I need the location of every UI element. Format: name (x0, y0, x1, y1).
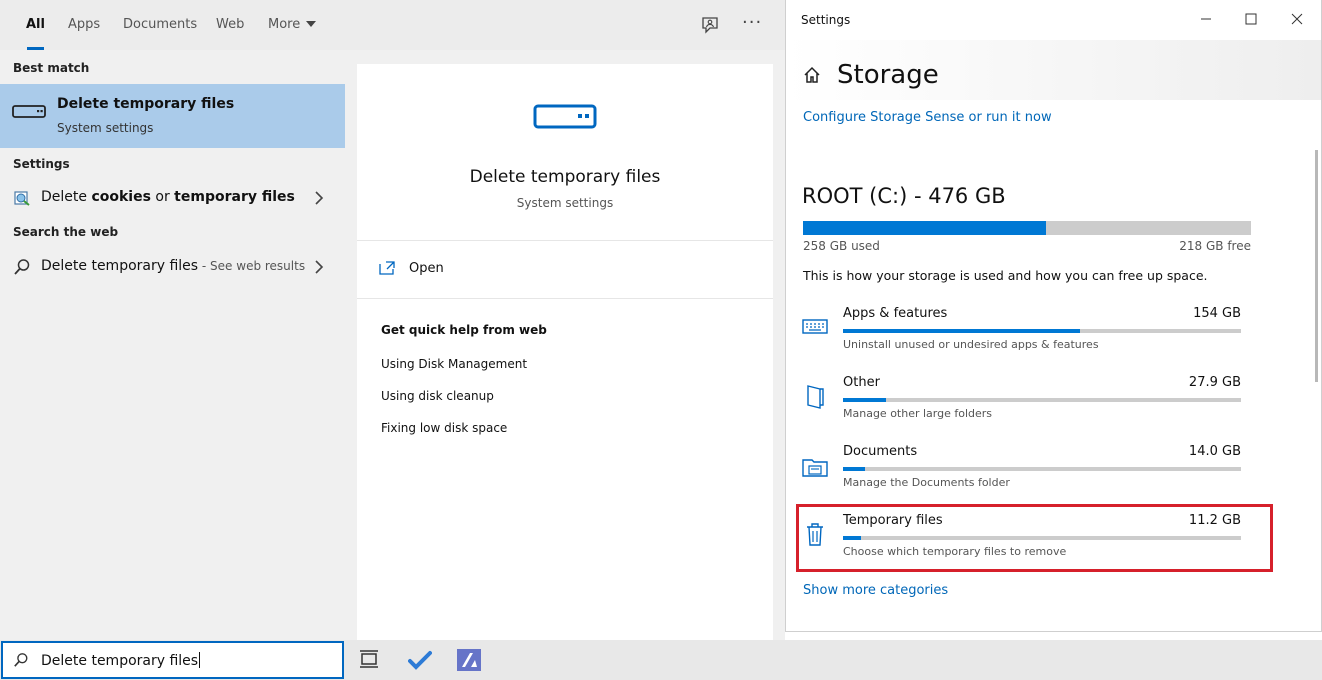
highlight-box (796, 504, 1273, 572)
web-heading: Search the web (13, 225, 119, 239)
maximize-icon[interactable] (1244, 12, 1258, 26)
category-name: Other (843, 375, 880, 390)
tab-more-label: More (268, 17, 301, 32)
divider (357, 240, 773, 241)
divider (357, 298, 773, 299)
home-icon[interactable] (803, 66, 821, 84)
best-match-heading: Best match (13, 61, 90, 75)
category-size: 27.9 GB (1188, 375, 1241, 390)
best-match-title: Delete temporary files (57, 96, 235, 112)
documents-icon (802, 459, 828, 477)
detail-pane: Delete temporary files System settings O… (357, 64, 773, 640)
category-size: 154 GB (1193, 306, 1241, 321)
tab-web[interactable]: Web (203, 0, 257, 50)
category-name: Documents (843, 444, 918, 459)
category-bar (843, 329, 1241, 333)
open-icon (379, 261, 395, 275)
title-bar: Settings (786, 0, 1321, 40)
scrollbar[interactable] (1315, 150, 1318, 382)
chevron-right-icon (315, 260, 324, 274)
show-more-categories-link[interactable]: Show more categories (803, 583, 948, 598)
page-title: Storage (837, 60, 939, 90)
category-bar-fill (843, 398, 886, 402)
search-input-value: Delete temporary files (41, 652, 201, 669)
category-other[interactable]: Other 27.9 GB Manage other large folders (786, 375, 1321, 435)
tab-all[interactable]: All (13, 0, 58, 50)
tab-documents[interactable]: Documents (110, 0, 210, 50)
web-result-label: Delete temporary files - See web results (41, 258, 306, 274)
category-hint: Manage the Documents folder (843, 476, 1010, 489)
category-hint: Uninstall unused or undesired apps & fea… (843, 338, 1099, 351)
detail-subtitle: System settings (516, 196, 614, 210)
settings-result-item[interactable]: Delete cookies or temporary files (0, 182, 345, 214)
other-icon (807, 385, 824, 409)
web-result-item[interactable]: Delete temporary files - See web results (0, 251, 345, 283)
drive-icon (533, 104, 597, 129)
close-icon[interactable] (1290, 12, 1304, 26)
tab-more[interactable]: More (255, 0, 329, 50)
todo-icon[interactable] (408, 649, 432, 671)
search-tabs: All Apps Documents Web More ··· (0, 0, 785, 50)
drive-usage-bar (803, 221, 1251, 235)
open-label: Open (409, 261, 444, 276)
category-apps-features[interactable]: Apps & features 154 GB Uninstall unused … (786, 306, 1321, 366)
settings-window: Settings Storage Configure Storage Sense… (785, 0, 1322, 632)
apps-features-icon (802, 319, 828, 334)
window-title: Settings (801, 13, 851, 27)
settings-result-label: Delete cookies or temporary files (41, 189, 295, 205)
results-list: Best match Delete temporary files System… (0, 50, 345, 640)
category-documents[interactable]: Documents 14.0 GB Manage the Documents f… (786, 444, 1321, 504)
minimize-icon[interactable] (1199, 12, 1213, 26)
drive-usage-fill (803, 221, 1046, 235)
category-bar (843, 467, 1241, 471)
best-match-subtitle: System settings (57, 121, 154, 135)
app-icon[interactable] (457, 649, 481, 671)
category-bar (843, 398, 1241, 402)
drive-used-label: 258 GB used (803, 239, 880, 253)
category-hint: Manage other large folders (843, 407, 993, 420)
settings-heading: Settings (13, 157, 70, 171)
task-view-icon[interactable] (358, 649, 382, 671)
search-icon (14, 259, 30, 275)
drive-title: ROOT (C:) - 476 GB (802, 184, 1006, 208)
help-link-disk-management[interactable]: Using Disk Management (381, 357, 527, 371)
help-heading: Get quick help from web (381, 323, 547, 337)
category-size: 14.0 GB (1188, 444, 1241, 459)
drive-free-label: 218 GB free (1179, 239, 1251, 253)
help-link-low-disk-space[interactable]: Fixing low disk space (381, 421, 507, 435)
storage-sense-link[interactable]: Configure Storage Sense or run it now (803, 110, 1052, 125)
category-name: Apps & features (843, 306, 948, 321)
best-match-item[interactable]: Delete temporary files System settings (0, 84, 345, 148)
storage-description: This is how your storage is used and how… (803, 268, 1208, 283)
category-bar-fill (843, 467, 865, 471)
search-panel: All Apps Documents Web More ··· Best mat… (0, 0, 785, 640)
feedback-icon[interactable] (701, 16, 719, 34)
chevron-right-icon (315, 191, 324, 205)
search-input[interactable]: Delete temporary files (1, 641, 344, 679)
chevron-down-icon (306, 21, 317, 27)
ellipsis-icon[interactable]: ··· (742, 12, 762, 33)
taskbar: Delete temporary files (0, 640, 1322, 680)
tab-apps[interactable]: Apps (55, 0, 113, 50)
search-icon (14, 653, 28, 667)
drive-icon (12, 105, 46, 118)
category-bar-fill (843, 329, 1080, 333)
detail-title: Delete temporary files (469, 167, 661, 187)
help-link-disk-cleanup[interactable]: Using disk cleanup (381, 389, 494, 403)
page-header: Storage (786, 40, 1321, 100)
internet-options-icon (14, 191, 30, 206)
